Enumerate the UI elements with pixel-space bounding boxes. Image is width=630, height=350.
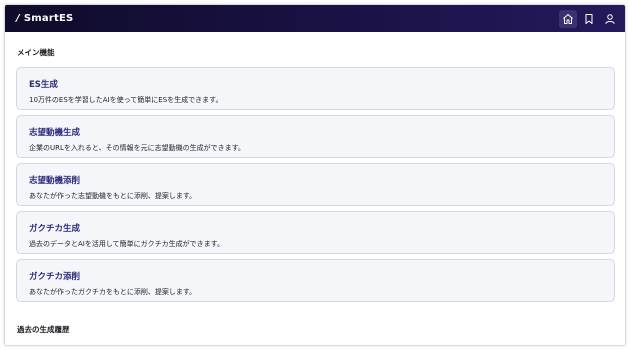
- card-title: 志望動機生成: [29, 128, 81, 138]
- main-features-heading: メイン機能: [17, 48, 55, 57]
- feature-card-gakuchika-review[interactable]: ガクチカ添削 あなたが作ったガクチカをもとに添削、提案します。: [16, 259, 615, 302]
- history-heading: 過去の生成履歴: [17, 325, 70, 334]
- card-description: あなたが作ったガクチカをもとに添削、提案します。: [29, 288, 197, 296]
- brand-logo[interactable]: / SmartES: [16, 13, 73, 24]
- feature-card-es-generate[interactable]: ES生成 10万件のESを学習したAIを使って簡単にESを生成できます。: [16, 67, 615, 110]
- top-navbar: / SmartES: [5, 5, 625, 32]
- card-description: 企業のURLを入れると、その情報を元に志望動機の生成ができます。: [29, 144, 245, 152]
- nav-icons: [559, 9, 619, 28]
- feature-card-list: ES生成 10万件のESを学習したAIを使って簡単にESを生成できます。 志望動…: [16, 67, 615, 302]
- app-window: / SmartES メイン機能 ES生成 10万件のESを学習したAIを使って簡…: [4, 4, 626, 346]
- card-title: ガクチカ添削: [29, 272, 81, 282]
- bookmark-button[interactable]: [580, 10, 598, 28]
- user-button[interactable]: [601, 10, 619, 28]
- card-description: 過去のデータとAIを活用して簡単にガクチカ生成ができます。: [29, 240, 224, 248]
- home-button[interactable]: [559, 9, 577, 28]
- bookmark-icon: [585, 13, 593, 24]
- brand-slash: /: [16, 13, 20, 24]
- card-title: 志望動機添削: [29, 176, 81, 186]
- user-icon: [605, 13, 615, 24]
- card-title: ES生成: [29, 80, 58, 90]
- home-icon: [563, 13, 573, 24]
- feature-card-gakuchika-generate[interactable]: ガクチカ生成 過去のデータとAIを活用して簡単にガクチカ生成ができます。: [16, 211, 615, 254]
- card-title: ガクチカ生成: [29, 224, 81, 234]
- feature-card-motivation-generate[interactable]: 志望動機生成 企業のURLを入れると、その情報を元に志望動機の生成ができます。: [16, 115, 615, 158]
- brand-name: SmartES: [23, 13, 74, 24]
- feature-card-motivation-review[interactable]: 志望動機添削 あなたが作った志望動機をもとに添削、提案します。: [16, 163, 615, 206]
- card-description: 10万件のESを学習したAIを使って簡単にESを生成できます。: [29, 96, 223, 104]
- card-description: あなたが作った志望動機をもとに添削、提案します。: [29, 192, 197, 200]
